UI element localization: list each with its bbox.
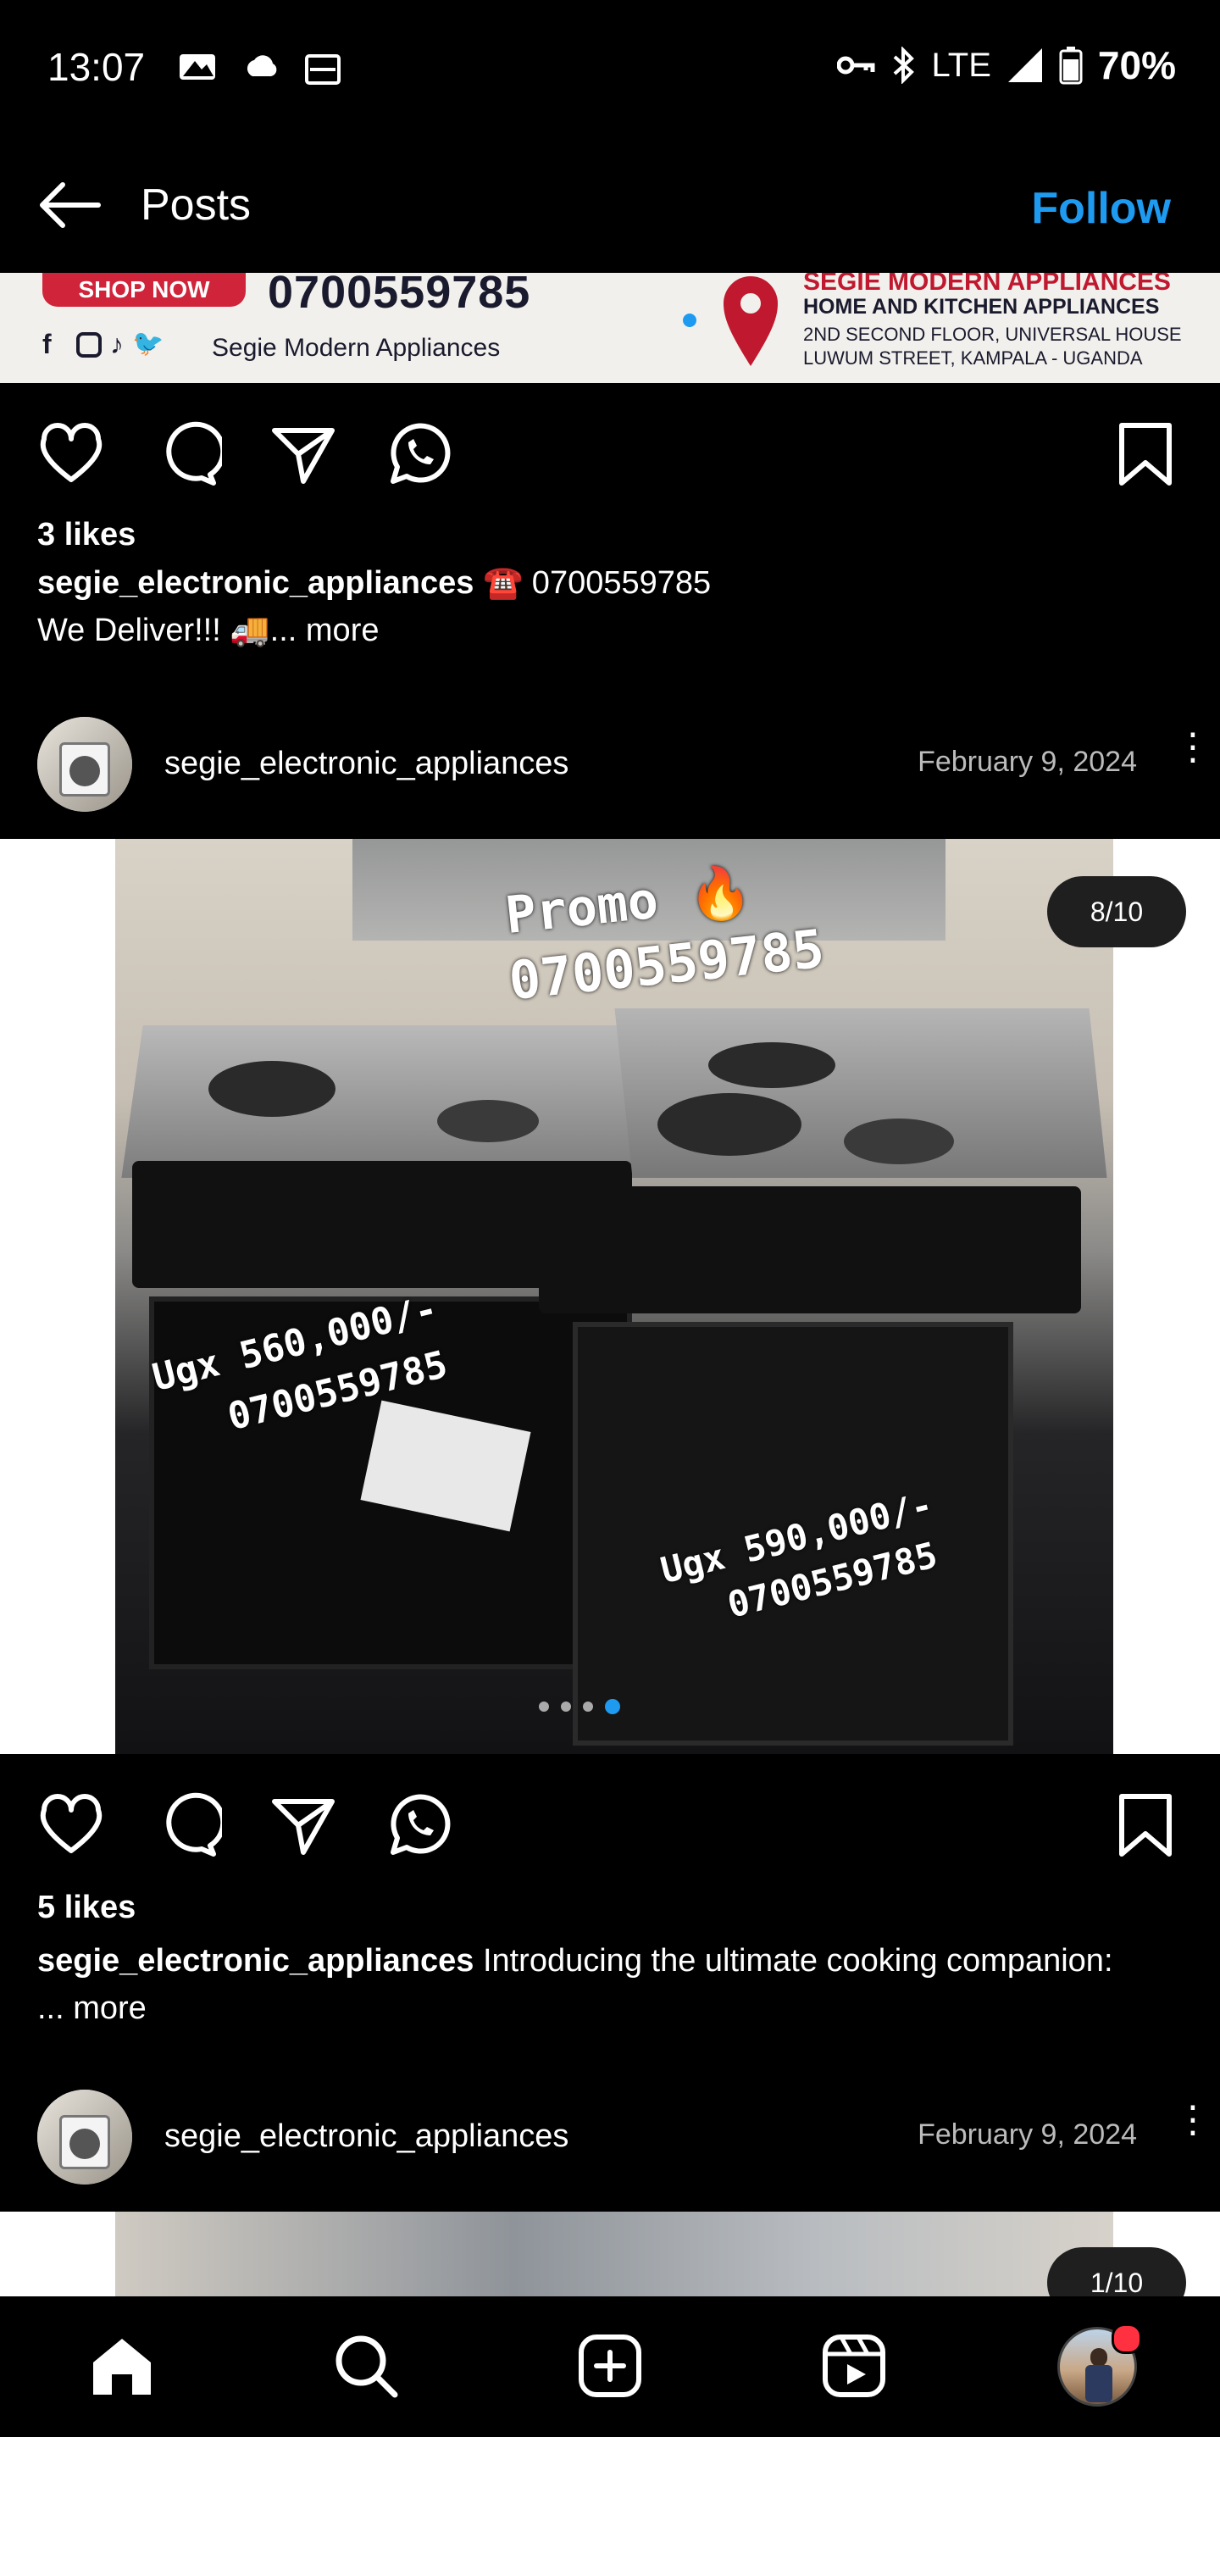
post-caption: segie_electronic_appliances ☎️ 070055978… bbox=[37, 564, 711, 602]
post-header: segie_electronic_appliances February 9, … bbox=[0, 698, 1220, 834]
stove-photo: Promo 🔥 0700559785 Ugx 560,000/- 0700559… bbox=[115, 839, 1113, 1754]
comment-icon[interactable] bbox=[154, 1791, 222, 1859]
facebook-icon: f bbox=[42, 329, 52, 359]
carousel-counter: 8/10 bbox=[1047, 876, 1186, 947]
hotplate bbox=[208, 1061, 336, 1117]
post-date: February 9, 2024 bbox=[918, 746, 1137, 778]
more-icon[interactable]: ⋮ bbox=[1174, 729, 1212, 766]
banner-tagline: HOME AND KITCHEN APPLIANCES bbox=[803, 295, 1160, 319]
notification-icons bbox=[178, 49, 342, 86]
battery-icon bbox=[1059, 47, 1083, 85]
clock: 13:07 bbox=[47, 45, 146, 89]
post-image[interactable]: 1/10 bbox=[0, 2212, 1220, 2296]
burner bbox=[437, 1100, 539, 1142]
signal-icon bbox=[1007, 48, 1042, 82]
search-icon[interactable] bbox=[332, 2332, 400, 2400]
post-actions bbox=[0, 1766, 1220, 1876]
heart-icon[interactable] bbox=[37, 1791, 105, 1859]
post-image-banner[interactable]: SHOP NOW 0700559785 f ♪ 🐦 Segie Modern A… bbox=[0, 273, 1220, 383]
caption-username[interactable]: segie_electronic_appliances bbox=[37, 565, 474, 601]
create-icon[interactable] bbox=[576, 2332, 644, 2400]
carousel-dot bbox=[539, 1702, 549, 1712]
cloud-icon bbox=[247, 55, 277, 76]
post-date: February 9, 2024 bbox=[918, 2118, 1137, 2151]
post-caption: segie_electronic_appliances Introducing … bbox=[37, 1937, 1139, 2032]
burner bbox=[844, 1119, 954, 1164]
status-right: LTE 70% bbox=[836, 42, 1176, 88]
follow-button[interactable]: Follow bbox=[1031, 183, 1171, 234]
like-count[interactable]: 3 likes bbox=[37, 517, 136, 553]
post-username[interactable]: segie_electronic_appliances bbox=[164, 746, 568, 782]
cooktop-left bbox=[121, 1025, 660, 1178]
app-header: Posts Follow bbox=[0, 136, 1220, 273]
inbox-icon bbox=[305, 54, 341, 85]
bookmark-icon[interactable] bbox=[1112, 420, 1179, 488]
social-icons: f ♪ 🐦 bbox=[42, 329, 164, 360]
caption-text: Introducing the ultimate cooking compani… bbox=[482, 1943, 1113, 1979]
system-nav-area bbox=[0, 2437, 1220, 2576]
avatar[interactable] bbox=[37, 2090, 132, 2185]
banner-address-2: LUWUM STREET, KAMPALA - UGANDA bbox=[803, 347, 1143, 369]
page-title: Posts bbox=[141, 180, 252, 230]
shop-now-badge: SHOP NOW bbox=[42, 273, 246, 307]
banner-address-1: 2ND SECOND FLOOR, UNIVERSAL HOUSE bbox=[803, 324, 1182, 345]
network-type: LTE bbox=[931, 46, 991, 84]
heart-icon[interactable] bbox=[37, 420, 105, 488]
post-actions bbox=[0, 395, 1220, 505]
more-link[interactable]: ... more bbox=[37, 1990, 147, 2026]
banner-brand-small: Segie Modern Appliances bbox=[212, 334, 501, 362]
home-icon[interactable] bbox=[88, 2332, 156, 2400]
hotplate bbox=[708, 1042, 835, 1088]
post-image[interactable]: Promo 🔥 0700559785 Ugx 560,000/- 0700559… bbox=[0, 839, 1220, 1754]
tiktok-icon: ♪ bbox=[110, 329, 124, 359]
carousel-dot bbox=[683, 314, 696, 327]
more-link[interactable]: ... more bbox=[270, 613, 380, 648]
avatar[interactable] bbox=[37, 717, 132, 812]
whatsapp-icon[interactable] bbox=[385, 420, 452, 488]
carousel-dot-active bbox=[605, 1699, 620, 1714]
post-username[interactable]: segie_electronic_appliances bbox=[164, 2118, 568, 2155]
bottom-nav bbox=[0, 2296, 1220, 2437]
carousel-dot bbox=[583, 1702, 593, 1712]
caption-username[interactable]: segie_electronic_appliances bbox=[37, 1943, 474, 1979]
banner-brand-big: SEGIE MODERN APPLIANCES bbox=[803, 273, 1171, 296]
share-icon[interactable] bbox=[269, 1791, 337, 1859]
banner-phone: 0700559785 bbox=[268, 273, 531, 318]
share-icon[interactable] bbox=[269, 420, 337, 488]
twitter-icon: 🐦 bbox=[132, 330, 164, 358]
post-photo bbox=[115, 2212, 1113, 2296]
comment-icon[interactable] bbox=[154, 420, 222, 488]
carousel-dot bbox=[561, 1702, 571, 1712]
battery-level: 70% bbox=[1097, 43, 1176, 87]
more-icon[interactable]: ⋮ bbox=[1174, 2101, 1212, 2139]
carousel-dots bbox=[539, 1699, 620, 1714]
whatsapp-icon[interactable] bbox=[385, 1791, 452, 1859]
location-pin-icon bbox=[724, 276, 778, 366]
status-bar: 13:07 LTE 70% bbox=[0, 0, 1220, 136]
bookmark-icon[interactable] bbox=[1112, 1791, 1179, 1859]
control-panel-right bbox=[539, 1186, 1081, 1313]
post-header: segie_electronic_appliances February 9, … bbox=[0, 2071, 1220, 2207]
post-caption-line2: We Deliver!!! 🚚... more bbox=[37, 612, 379, 649]
back-arrow-icon[interactable] bbox=[34, 178, 105, 232]
caption-text: ☎️ 0700559785 bbox=[482, 565, 712, 601]
notification-icon bbox=[180, 54, 215, 80]
key-icon bbox=[836, 56, 875, 75]
notification-dot bbox=[1112, 2323, 1142, 2354]
bluetooth-icon bbox=[893, 47, 914, 84]
like-count[interactable]: 5 likes bbox=[37, 1890, 136, 1926]
carousel-counter: 1/10 bbox=[1047, 2247, 1186, 2296]
instagram-icon bbox=[76, 332, 102, 358]
hotplate bbox=[657, 1093, 801, 1156]
reels-icon[interactable] bbox=[820, 2332, 888, 2400]
caption-text-2: We Deliver!!! 🚚 bbox=[37, 613, 270, 648]
